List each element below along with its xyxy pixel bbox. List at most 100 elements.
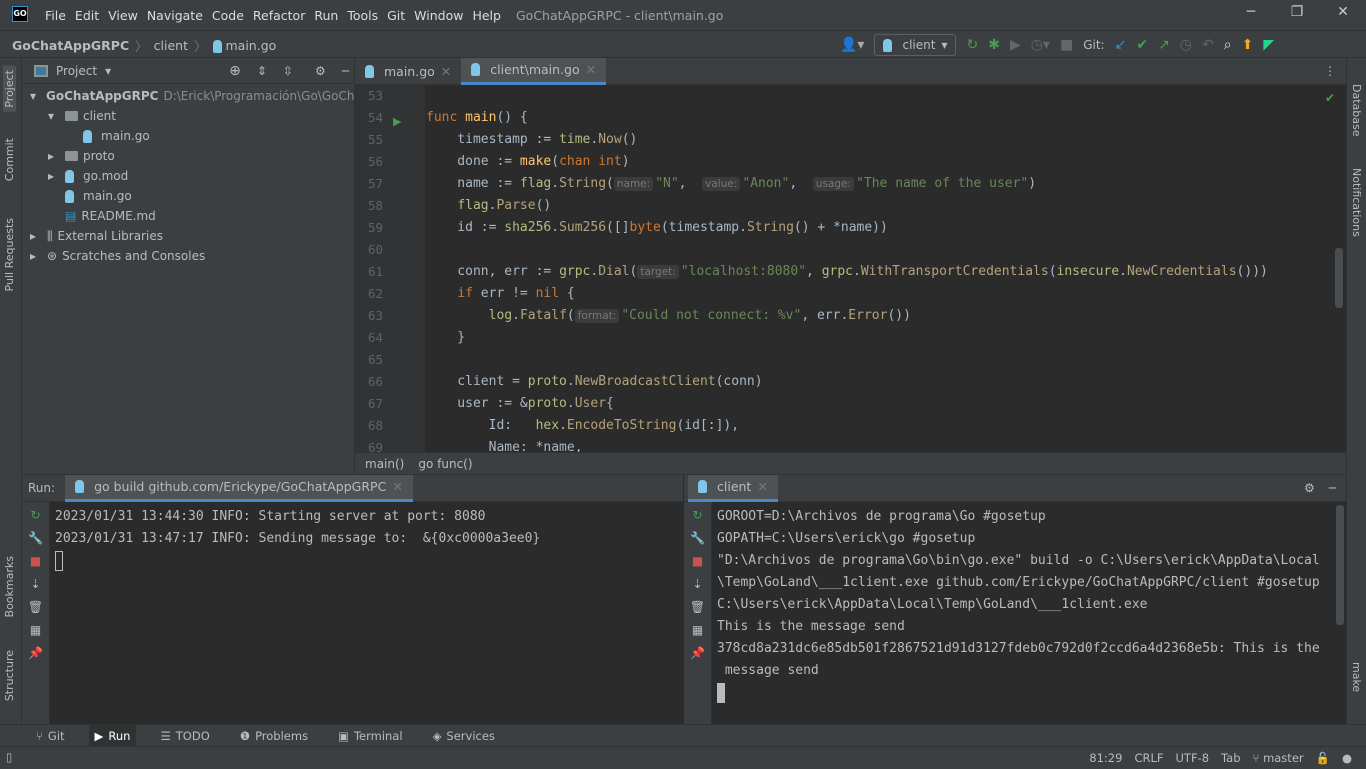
git-branch-widget[interactable]: ⑂ master (1253, 751, 1304, 765)
lock-icon[interactable]: 🔓 (1316, 751, 1330, 765)
toolwindow-git[interactable]: ⑂ Git (30, 725, 71, 747)
rollback-icon[interactable]: ↶ (1202, 38, 1214, 52)
pin-icon[interactable]: 📌 (690, 646, 705, 660)
expand-arrow-icon[interactable]: ▸ (48, 169, 60, 183)
tree-item[interactable]: ▤ README.md (22, 206, 354, 226)
toolwindow-terminal[interactable]: ▣ Terminal (332, 725, 408, 747)
menu-git[interactable]: Git (387, 8, 405, 23)
debug-icon[interactable]: ✱ (988, 38, 1000, 52)
project-view-select[interactable]: Project (56, 64, 97, 78)
tree-item[interactable]: ▸ ⫼ External Libraries (22, 226, 354, 246)
tab-client-main-go[interactable]: client\main.go ✕ (461, 57, 607, 85)
expand-arrow-icon[interactable]: ▸ (48, 149, 60, 163)
console-server[interactable]: 2023/01/31 13:44:30 INFO: Starting serve… (50, 502, 684, 725)
history-icon[interactable]: ◷ (1180, 38, 1192, 52)
stripe-project[interactable]: Project (3, 66, 16, 112)
scroll-to-end-icon[interactable]: ⇣ (30, 577, 40, 591)
user-icon[interactable]: 👤▾ (840, 38, 864, 52)
more-icon[interactable]: ⋮ (1324, 64, 1336, 78)
run-tab-client[interactable]: client ✕ (688, 474, 778, 502)
coverage-icon[interactable]: ▶ (1010, 38, 1021, 52)
console-scrollbar[interactable] (1336, 505, 1344, 625)
gear-icon[interactable]: ⚙ (1304, 481, 1315, 495)
git-commit-icon[interactable]: ✔ (1136, 38, 1148, 52)
editor-scrollbar[interactable] (1335, 248, 1343, 308)
update-icon[interactable]: ⬆ (1242, 38, 1254, 52)
crumb-file[interactable]: main.go (212, 38, 276, 53)
layout-icon[interactable]: ▦ (692, 623, 703, 637)
crumb-go-func[interactable]: go func() (418, 457, 472, 471)
crumb-main-func[interactable]: main() (365, 457, 404, 471)
rerun-icon[interactable]: ↻ (30, 508, 40, 522)
profile-icon[interactable]: ◷▾ (1031, 38, 1050, 52)
file-encoding[interactable]: UTF-8 (1176, 751, 1210, 765)
event-log-icon[interactable]: ● (1342, 751, 1352, 765)
layout-icon[interactable]: ▦ (30, 623, 41, 637)
console-client[interactable]: GOROOT=D:\Archivos de programa\Go #goset… (712, 502, 1346, 725)
menu-tools[interactable]: Tools (347, 8, 378, 23)
close-button[interactable]: ✕ (1320, 4, 1366, 26)
tree-item[interactable]: ▸ go.mod (22, 166, 354, 186)
close-tab-icon[interactable]: ✕ (392, 479, 402, 494)
expand-arrow-icon[interactable]: ▾ (48, 109, 60, 123)
line-separator[interactable]: CRLF (1134, 751, 1163, 765)
tab-main-go[interactable]: main.go ✕ (355, 58, 461, 85)
hide-icon[interactable]: ─ (1329, 481, 1336, 495)
locate-icon[interactable]: ⊕ (229, 63, 241, 79)
menu-edit[interactable]: Edit (75, 8, 99, 23)
tree-item[interactable]: main.go (22, 126, 354, 146)
toolwindow-services[interactable]: ◈ Services (427, 725, 501, 747)
stripe-database[interactable]: Database (1350, 84, 1363, 137)
inspection-ok-icon[interactable]: ✔ (1325, 91, 1335, 105)
stop-icon[interactable]: ■ (692, 554, 703, 568)
toolwindow-todo[interactable]: ☰ TODO (154, 725, 215, 747)
jetbrains-icon[interactable]: ◤ (1263, 38, 1274, 52)
tree-item[interactable]: main.go (22, 186, 354, 206)
rerun-icon[interactable]: ↻ (692, 508, 702, 522)
stripe-bookmarks[interactable]: Bookmarks (3, 556, 16, 617)
menu-help[interactable]: Help (472, 8, 501, 23)
expand-arrow-icon[interactable]: ▸ (30, 249, 42, 263)
gear-icon[interactable]: ⚙ (315, 64, 326, 78)
chevron-down-icon[interactable]: ▾ (105, 64, 111, 78)
expand-arrow-icon[interactable]: ▾ (30, 89, 36, 103)
stripe-commit[interactable]: Commit (3, 138, 16, 181)
caret-position[interactable]: 81:29 (1089, 751, 1122, 765)
crumb-client[interactable]: client (154, 38, 188, 53)
tree-item[interactable]: ▸ ⊛ Scratches and Consoles (22, 246, 354, 266)
minimize-button[interactable]: ─ (1228, 4, 1274, 26)
close-tab-icon[interactable]: ✕ (586, 62, 596, 77)
run-gutter-icon[interactable]: ▶ (393, 115, 401, 128)
collapse-all-icon[interactable]: ⇳ (283, 64, 293, 78)
trash-icon[interactable]: 🗑 (28, 600, 43, 614)
expand-all-icon[interactable]: ⇕ (257, 64, 267, 78)
menu-run[interactable]: Run (314, 8, 338, 23)
toolwindow-run[interactable]: ▶ Run (88, 724, 137, 747)
stripe-structure[interactable]: Structure (3, 650, 16, 701)
close-tab-icon[interactable]: ✕ (757, 479, 767, 494)
trash-icon[interactable]: 🗑 (690, 600, 705, 614)
tree-item[interactable]: ▸ proto (22, 146, 354, 166)
pin-icon[interactable]: 📌 (28, 646, 43, 660)
menu-refactor[interactable]: Refactor (253, 8, 305, 23)
git-push-icon[interactable]: ↗ (1158, 38, 1170, 52)
search-icon[interactable]: ⌕ (1224, 38, 1232, 52)
indent-setting[interactable]: Tab (1221, 751, 1240, 765)
run-tab-server[interactable]: go build github.com/Erickype/GoChatAppGR… (65, 474, 413, 502)
menu-navigate[interactable]: Navigate (147, 8, 203, 23)
layout-toggle-icon[interactable]: ▯ (6, 750, 12, 764)
stripe-pull-requests[interactable]: Pull Requests (3, 218, 16, 291)
wrench-icon[interactable]: 🔧 (690, 531, 705, 545)
menu-code[interactable]: Code (212, 8, 244, 23)
git-update-icon[interactable]: ↙ (1115, 38, 1127, 52)
expand-arrow-icon[interactable]: ▸ (30, 229, 42, 243)
tree-item[interactable]: ▾ GoChatAppGRPC D:\Erick\Programación\Go\G… (22, 86, 375, 106)
menu-window[interactable]: Window (414, 8, 463, 23)
code-area[interactable]: 53 54 func main() {55 timestamp := time.No… (355, 85, 1335, 452)
maximize-button[interactable]: ❐ (1274, 4, 1320, 26)
stripe-notifications[interactable]: Notifications (1350, 168, 1363, 237)
scroll-to-end-icon[interactable]: ⇣ (692, 577, 702, 591)
wrench-icon[interactable]: 🔧 (28, 531, 43, 545)
stop-icon[interactable]: ■ (30, 554, 41, 568)
close-tab-icon[interactable]: ✕ (441, 64, 451, 79)
